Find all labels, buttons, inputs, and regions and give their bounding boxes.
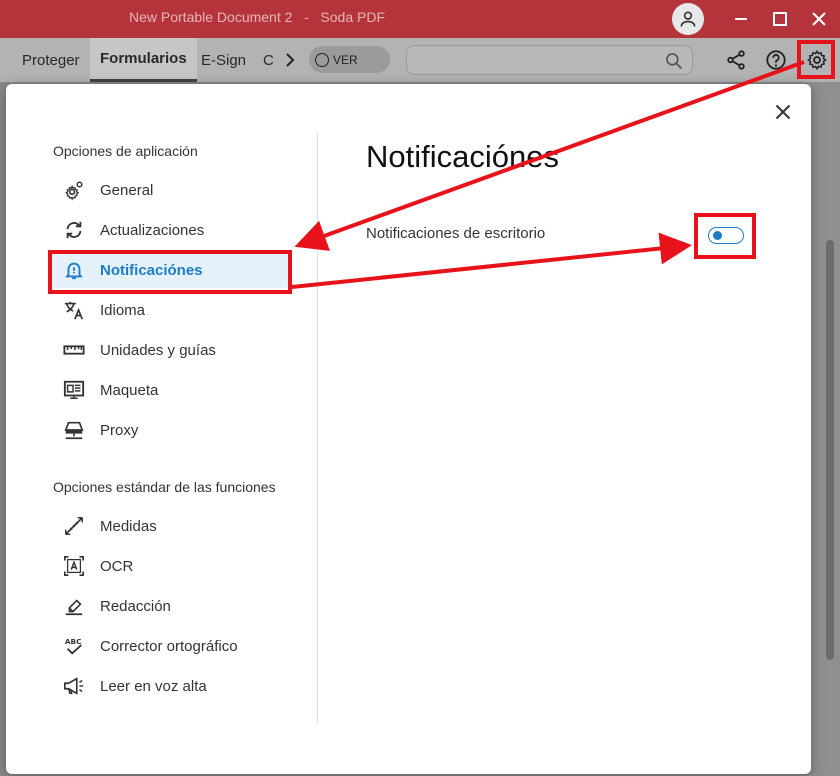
close-icon: [812, 12, 826, 26]
section-title-feature-options: Opciones estándar de las funciones: [53, 479, 276, 495]
close-icon: [775, 104, 791, 120]
ruler-icon: [62, 338, 86, 362]
annotation-box-settings: [797, 40, 835, 79]
sidebar-item-maqueta[interactable]: Maqueta: [50, 372, 290, 408]
layout-icon: [62, 378, 86, 402]
minimize-button[interactable]: [726, 4, 756, 34]
toggle-circle-icon: [315, 52, 329, 67]
tab-formularios[interactable]: Formularios: [90, 38, 197, 82]
account-avatar[interactable]: [672, 3, 704, 35]
sidebar-item-medidas[interactable]: Medidas: [50, 508, 290, 544]
sidebar-item-proxy[interactable]: Proxy: [50, 412, 290, 448]
sidebar-item-idioma[interactable]: Idioma: [50, 292, 290, 328]
close-window-button[interactable]: [804, 4, 834, 34]
settings-dialog: Opciones de aplicación General Actualiza…: [6, 84, 811, 774]
title-bar: New Portable Document 2 - Soda PDF: [0, 0, 840, 38]
help-icon: [766, 50, 786, 70]
sidebar-item-label: Corrector ortográfico: [100, 637, 238, 655]
background-panel: [808, 82, 840, 776]
search-input[interactable]: [406, 45, 693, 75]
sidebar-item-ocr[interactable]: OCR: [50, 548, 290, 584]
megaphone-icon: [62, 674, 86, 698]
close-dialog-button[interactable]: [771, 100, 795, 124]
sidebar-item-general[interactable]: General: [50, 172, 290, 208]
search-icon: [666, 53, 683, 70]
sidebar-item-label: Unidades y guías: [100, 341, 216, 359]
sidebar-item-label: General: [100, 181, 154, 199]
gear-icon: [62, 178, 86, 202]
sidebar-item-redaccion[interactable]: Redacción: [50, 588, 290, 624]
annotation-box-toggle: [694, 213, 756, 259]
maximize-icon: [773, 12, 787, 26]
sidebar-item-label: Idioma: [100, 301, 146, 319]
sidebar-item-label: Redacción: [100, 597, 171, 615]
minimize-icon: [735, 18, 747, 20]
help-button[interactable]: [763, 47, 789, 73]
sidebar-item-label: Medidas: [100, 517, 157, 535]
spellcheck-icon: ABC: [62, 634, 86, 658]
svg-text:ABC: ABC: [65, 637, 82, 646]
ver-toggle[interactable]: VER: [309, 46, 390, 73]
sidebar-item-corrector[interactable]: ABC Corrector ortográfico: [50, 628, 290, 664]
sidebar-divider: [317, 132, 318, 724]
share-button[interactable]: [723, 47, 749, 73]
tab-esign[interactable]: E-Sign: [201, 38, 246, 82]
sync-icon: [62, 218, 86, 242]
network-icon: [62, 418, 86, 442]
sidebar-item-label: Maqueta: [100, 381, 159, 399]
tab-proteger[interactable]: Proteger: [22, 38, 80, 82]
main-toolbar: Proteger Formularios E-Sign C VER: [0, 38, 840, 82]
sidebar-item-unidades[interactable]: Unidades y guías: [50, 332, 290, 368]
window-title: New Portable Document 2 - Soda PDF: [129, 9, 385, 25]
ver-label: VER: [333, 52, 358, 67]
maximize-button[interactable]: [765, 4, 795, 34]
tab-truncated[interactable]: C: [263, 38, 274, 82]
measure-icon: [62, 514, 86, 538]
sidebar-item-actualizaciones[interactable]: Actualizaciones: [50, 212, 290, 248]
eraser-icon: [62, 594, 86, 618]
sidebar-item-label: Leer en voz alta: [100, 677, 207, 695]
sidebar-item-label: OCR: [100, 557, 134, 575]
chevron-right-icon: [286, 53, 295, 67]
sidebar-item-leer-voz-alta[interactable]: Leer en voz alta: [50, 668, 290, 704]
tabs-scroll-right-button[interactable]: [284, 38, 296, 82]
desktop-notifications-label: Notificaciones de escritorio: [366, 225, 546, 242]
section-title-app-options: Opciones de aplicación: [53, 143, 198, 159]
share-icon: [727, 50, 745, 70]
translate-icon: [62, 298, 86, 322]
sidebar-item-label: Actualizaciones: [100, 221, 205, 239]
ocr-icon: [62, 554, 86, 578]
page-title: Notificaciónes: [366, 139, 559, 174]
scrollbar[interactable]: [826, 240, 834, 660]
annotation-box-notificaciones: [48, 250, 292, 294]
sidebar-item-label: Proxy: [100, 421, 139, 439]
user-icon: [680, 11, 696, 27]
